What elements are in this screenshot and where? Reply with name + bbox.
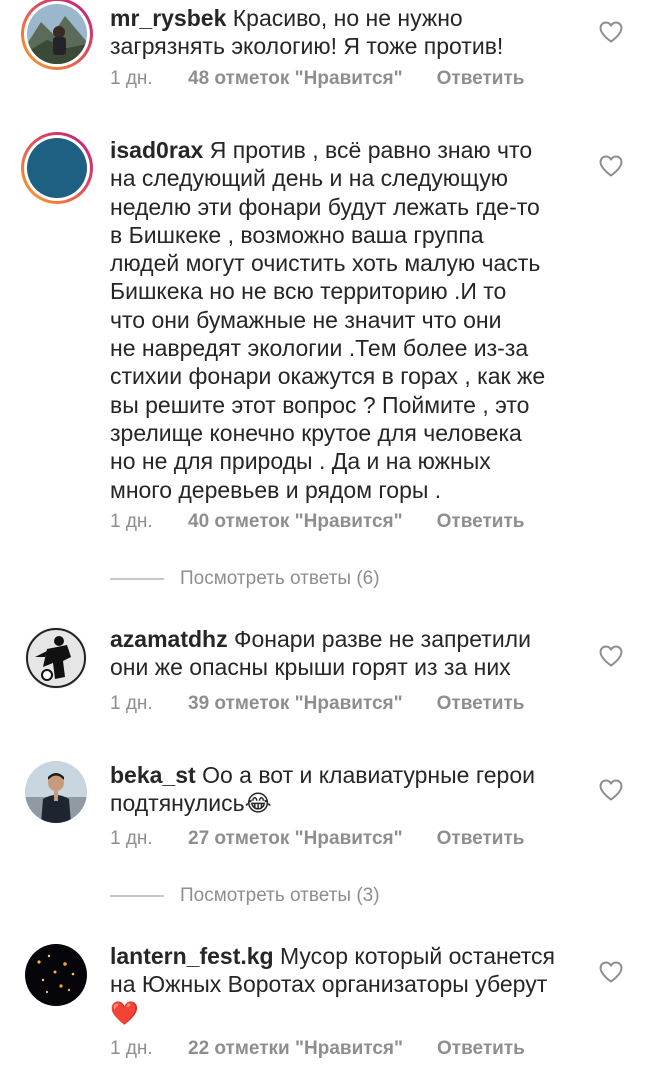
comment-line: загрязнять экологию! Я тоже против! xyxy=(110,33,504,60)
comment-meta: 1 дн. 27 отметок "Нравится" Ответить xyxy=(110,828,524,850)
comment-time: 1 дн. xyxy=(110,68,153,89)
comment-line: вы решите этот вопрос ? Поймите , это xyxy=(110,391,530,418)
comment-line: что они бумажные не значит что они xyxy=(110,306,502,333)
avatar-teal-circle xyxy=(27,138,87,198)
comment-line: ❤️ xyxy=(110,999,139,1026)
comment-lantern-fest-kg: lantern_fest.kg Мусор который останется … xyxy=(0,930,658,1080)
comment-line: подтянулись😂 xyxy=(110,790,272,817)
comment-line: они же опасны крыши горят из за них xyxy=(110,654,511,681)
reply-button[interactable]: Ответить xyxy=(437,511,525,532)
comment-meta: 1 дн. 22 отметки "Нравится" Ответить xyxy=(110,1038,525,1060)
comment-isad0rax: isad0rax Я против , всё равно знаю что н… xyxy=(0,120,658,600)
likes-count[interactable]: 48 отметок "Нравится" xyxy=(188,68,403,90)
comment-line: на Южных Воротах организаторы уберут xyxy=(110,971,548,998)
comment-line: но не для природы . Да и на южных xyxy=(110,448,491,475)
avatar-person-photo[interactable] xyxy=(25,761,87,823)
comment-line: в Бишкеке , возможно ваша группа xyxy=(110,221,484,248)
comment-line: людей могут очистить хоть малую часть xyxy=(110,250,541,277)
comment-time: 1 дн. xyxy=(110,1038,153,1059)
comment-time: 1 дн. xyxy=(110,511,153,532)
view-replies-label[interactable]: Посмотреть ответы (3) xyxy=(180,885,380,907)
comment-line: Оо а вот и клавиатурные герои xyxy=(202,762,535,788)
comment-beka-st: beka_st Оо а вот и клавиатурные герои по… xyxy=(0,745,658,915)
comment-username[interactable]: azamatdhz xyxy=(110,626,228,652)
reply-button[interactable]: Ответить xyxy=(437,1038,525,1059)
avatar-night-lanterns[interactable] xyxy=(25,944,87,1006)
comment-time: 1 дн. xyxy=(110,693,153,714)
comment-meta: 1 дн. 48 отметок "Нравится" Ответить xyxy=(110,68,524,90)
comment-line: Я против , всё равно знаю что xyxy=(209,137,533,163)
avatar-mountain-photo xyxy=(27,4,87,64)
likes-count[interactable]: 39 отметок "Нравится" xyxy=(188,693,403,715)
comment-line: Мусор который останется xyxy=(280,943,555,969)
comment-line: Фонари разве не запретили xyxy=(233,626,531,652)
avatar[interactable] xyxy=(21,0,93,70)
view-replies-label[interactable]: Посмотреть ответы (6) xyxy=(180,568,380,590)
comment-line: много деревьев и рядом горы . xyxy=(110,476,442,503)
heart-outline-icon[interactable] xyxy=(598,20,624,44)
comment-line: неделю эти фонари будут лежать где-то xyxy=(110,193,540,220)
reply-button[interactable]: Ответить xyxy=(437,693,525,714)
reply-button[interactable]: Ответить xyxy=(437,68,525,89)
divider xyxy=(110,895,164,897)
comment-azamatdhz: azamatdhz Фонари разве не запретили они … xyxy=(0,615,658,725)
comment-username[interactable]: mr_rysbek xyxy=(110,5,226,31)
comment-line: не навредят экологии .Тем более из-за xyxy=(110,335,529,362)
comment-text: isad0rax Я против , всё равно знаю что н… xyxy=(110,136,580,504)
comment-text: mr_rysbek Красиво, но не нужно загрязнят… xyxy=(110,4,580,61)
comment-line: зрелище конечно крутое для человека xyxy=(110,419,522,446)
likes-count[interactable]: 27 отметок "Нравится" xyxy=(188,828,403,850)
comment-username[interactable]: isad0rax xyxy=(110,137,203,163)
comment-meta: 1 дн. 40 отметок "Нравится" Ответить xyxy=(110,511,524,533)
reply-button[interactable]: Ответить xyxy=(437,828,525,849)
comment-username[interactable]: beka_st xyxy=(110,762,196,788)
heart-outline-icon[interactable] xyxy=(598,778,624,802)
avatar[interactable] xyxy=(21,132,93,204)
comment-time: 1 дн. xyxy=(110,828,153,849)
comment-text: azamatdhz Фонари разве не запретили они … xyxy=(110,625,580,682)
heart-outline-icon[interactable] xyxy=(598,644,624,668)
avatar-football-player-sketch[interactable] xyxy=(25,627,87,689)
comment-meta: 1 дн. 39 отметок "Нравится" Ответить xyxy=(110,693,524,715)
comment-text: lantern_fest.kg Мусор который останется … xyxy=(110,942,580,1027)
likes-count[interactable]: 22 отметки "Нравится" xyxy=(188,1038,403,1060)
comment-username[interactable]: lantern_fest.kg xyxy=(110,943,274,969)
comment-text: beka_st Оо а вот и клавиатурные герои по… xyxy=(110,761,580,818)
comment-line: Красиво, но не нужно xyxy=(232,5,463,31)
comment-line: стихии фонари окажутся в горах , как же xyxy=(110,363,546,390)
comment-mr-rysbek: mr_rysbek Красиво, но не нужно загрязнят… xyxy=(0,0,658,100)
comment-line: на следующий день и на следующую xyxy=(110,165,508,192)
comment-line: Бишкека но не всю территорию .И то xyxy=(110,278,507,305)
heart-outline-icon[interactable] xyxy=(598,960,624,984)
heart-outline-icon[interactable] xyxy=(598,154,624,178)
likes-count[interactable]: 40 отметок "Нравится" xyxy=(188,511,403,533)
divider xyxy=(110,578,164,580)
